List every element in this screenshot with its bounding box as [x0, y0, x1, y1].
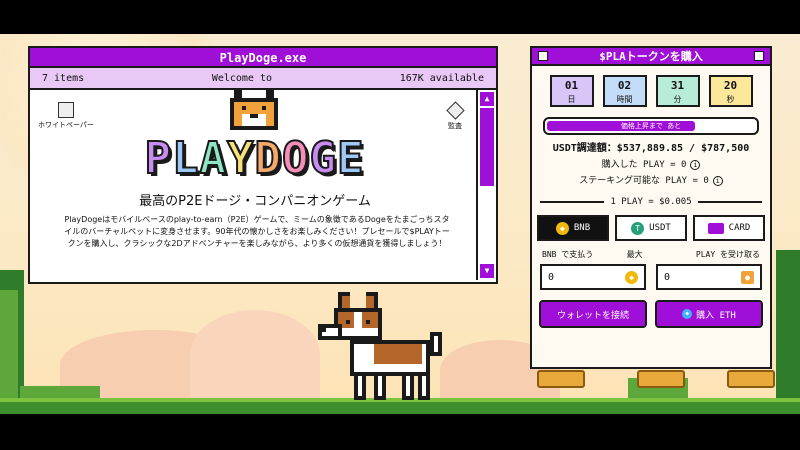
- background-scene: PlayDoge.exe 7 items Welcome to 167K ava…: [0, 34, 800, 414]
- panel-title-text: $PLAトークンを購入: [599, 50, 703, 63]
- pay-label: BNB で支払う: [542, 250, 594, 259]
- doge-token-icon: ●: [741, 270, 754, 284]
- progress-text: 価格上昇まで あと: [620, 122, 682, 130]
- pixel-tree: [0, 290, 18, 400]
- available-text: 167K available: [399, 72, 484, 84]
- countdown-timer: 01 日 02 時間 31 分 20 秒: [532, 75, 770, 107]
- logo-letter: G: [309, 132, 337, 185]
- timer-hours: 02 時間: [602, 75, 647, 107]
- background-hill: [190, 310, 320, 400]
- amount-inputs: 0 ◆ 0 ●: [532, 264, 770, 290]
- receive-amount-input[interactable]: 0 ●: [656, 264, 762, 290]
- usdt-raised: USDT調達額：$537,889.85 / $787,500: [552, 143, 750, 154]
- audit-icon: [445, 101, 465, 120]
- exchange-rate: 1 PLAY = $0.005: [610, 197, 692, 207]
- buy-eth-button[interactable]: ◆ 購入 ETH: [655, 300, 763, 328]
- dog-character: [318, 292, 442, 400]
- logo-letter: Y: [226, 132, 255, 185]
- panel-title: $PLAトークンを購入: [532, 48, 770, 66]
- pixel-tree: [776, 250, 800, 400]
- info-icon[interactable]: i: [690, 159, 701, 170]
- info-icon[interactable]: i: [712, 175, 723, 186]
- stakeable-play: ステーキング可能な PLAY = 0: [579, 176, 709, 186]
- currency-label: USDT: [649, 223, 671, 233]
- usdt-icon: T: [631, 221, 645, 235]
- purchase-panel: $PLAトークンを購入 01 日 02 時間 31 分 20 秒 価格上昇まで あと U…: [530, 46, 772, 369]
- currency-usdt-button[interactable]: T USDT: [615, 215, 687, 241]
- items-count: 7 items: [42, 72, 85, 84]
- logo-letter: D: [254, 132, 282, 185]
- window-body: ホワイトペーパー 監査 PLAYDOGE 最高のP2Eドージ・コンパニオンゲーム…: [30, 90, 496, 280]
- bnb-icon: ◆: [555, 221, 569, 235]
- logo-letter: E: [336, 132, 365, 185]
- doge-head-icon: [230, 90, 278, 130]
- card-icon: [707, 222, 724, 234]
- currency-selector: ◆ BNB T USDT CARD: [532, 215, 770, 241]
- description: PlayDogeはモバイルベースのplay-to-earn（P2E）ゲームで、ミ…: [64, 215, 450, 248]
- coin-block: [537, 370, 585, 388]
- scroll-up-button[interactable]: ▲: [480, 92, 494, 106]
- currency-card-button[interactable]: CARD: [693, 215, 765, 241]
- logo-letter: O: [281, 132, 310, 185]
- timer-seconds: 20 秒: [708, 75, 753, 107]
- pay-amount-input[interactable]: 0 ◆: [540, 264, 646, 290]
- bnb-icon: ◆: [625, 270, 638, 284]
- audit-label: 監査: [448, 122, 462, 130]
- whitepaper-shortcut[interactable]: ホワイトペーパー: [38, 102, 94, 130]
- max-link[interactable]: 最大: [627, 249, 643, 260]
- currency-label: CARD: [728, 223, 751, 233]
- window-square-icon: [754, 51, 764, 61]
- rate-divider: 1 PLAY = $0.005: [540, 197, 762, 207]
- eth-icon: ◆: [682, 309, 693, 319]
- purchased-play: 購入した PLAY = 0: [601, 160, 687, 170]
- document-icon: [57, 102, 74, 118]
- presale-info: USDT調達額：$537,889.85 / $787,500 購入した PLAY…: [532, 141, 770, 189]
- tagline: 最高のP2Eドージ・コンパニオンゲーム: [139, 194, 371, 209]
- whitepaper-label: ホワイトペーパー: [38, 121, 94, 129]
- window-title: PlayDoge.exe: [30, 48, 496, 68]
- scroll-thumb[interactable]: [480, 108, 494, 186]
- timer-days: 01 日: [549, 75, 594, 107]
- window-square-icon: [538, 51, 548, 61]
- timer-minutes: 31 分: [655, 75, 700, 107]
- coin-block: [727, 370, 775, 388]
- audit-shortcut[interactable]: 監査: [445, 101, 465, 131]
- playdoge-window: PlayDoge.exe 7 items Welcome to 167K ava…: [28, 46, 498, 284]
- receive-label: PLAY を受け取る: [695, 250, 760, 259]
- welcome-text: Welcome to: [211, 72, 273, 84]
- playdoge-logo: PLAYDOGE: [132, 130, 377, 186]
- logo-letter: P: [144, 132, 172, 185]
- window-info-bar: 7 items Welcome to 167K available: [30, 68, 496, 90]
- coin-block: [637, 370, 685, 388]
- presale-progress-bar: 価格上昇まで あと: [543, 117, 759, 135]
- scroll-down-button[interactable]: ▼: [480, 264, 494, 278]
- currency-bnb-button[interactable]: ◆ BNB: [537, 215, 609, 241]
- connect-wallet-button[interactable]: ウォレットを接続: [539, 300, 647, 328]
- logo-letter: A: [199, 132, 227, 185]
- logo-text: PLAYDOGE: [144, 132, 365, 185]
- amount-labels: BNB で支払う 最大 PLAY を受け取る: [542, 249, 760, 260]
- currency-label: BNB: [573, 223, 591, 233]
- logo-letter: L: [171, 132, 200, 185]
- action-buttons: ウォレットを接続 ◆ 購入 ETH: [532, 300, 770, 328]
- scrollbar[interactable]: ▲ ▼: [476, 90, 496, 280]
